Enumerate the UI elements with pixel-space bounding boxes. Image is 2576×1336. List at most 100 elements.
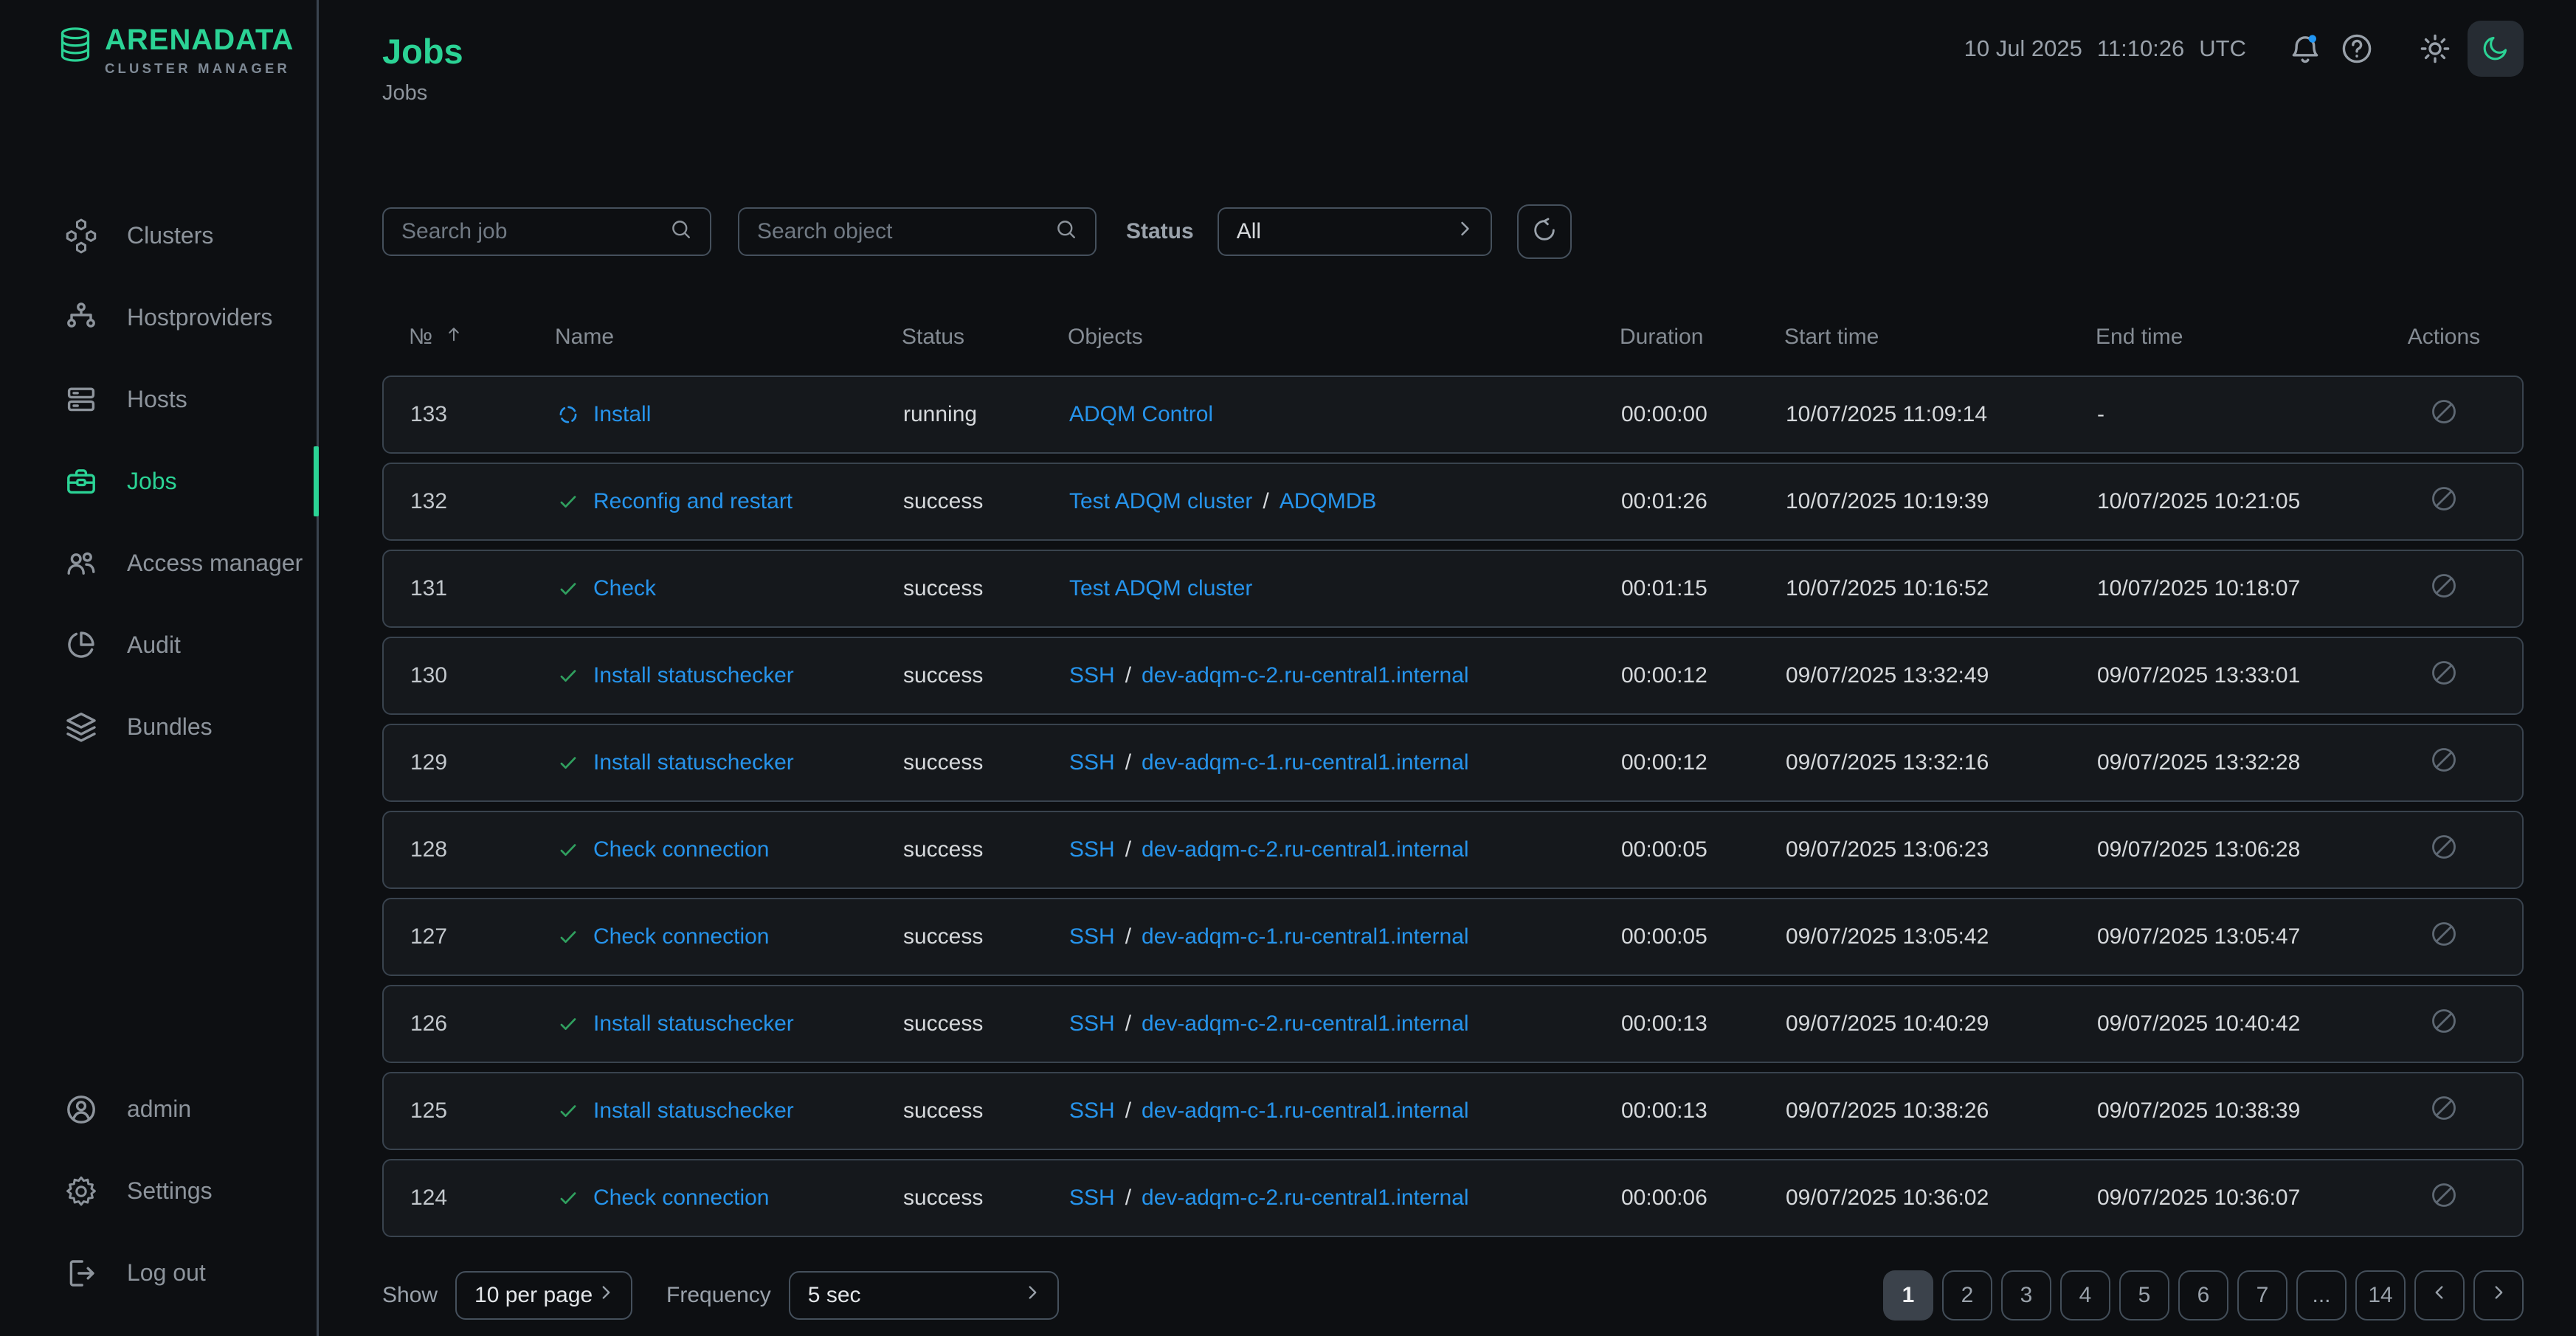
page-size-value: 10 per page	[474, 1283, 593, 1308]
job-name-link[interactable]: Check	[593, 576, 656, 601]
job-number: 129	[410, 750, 556, 775]
light-theme-button[interactable]	[2417, 31, 2453, 66]
object-link[interactable]: Test ADQM cluster	[1069, 576, 1252, 601]
table-row: 126Install statuscheckersuccessSSH/dev-a…	[382, 985, 2524, 1063]
job-name-link[interactable]: Install statuschecker	[593, 750, 794, 775]
terminate-job-button[interactable]	[2428, 396, 2459, 433]
sidebar-item-hostproviders[interactable]: Hostproviders	[0, 277, 317, 359]
object-link[interactable]: ADQM Control	[1069, 402, 1213, 427]
object-link[interactable]: dev-adqm-c-1.ru-central1.internal	[1142, 750, 1469, 775]
object-link[interactable]: SSH	[1069, 750, 1115, 775]
page-button-1[interactable]: 1	[1883, 1270, 1933, 1321]
column-header-objects: Objects	[1068, 325, 1620, 350]
briefcase-icon	[63, 464, 99, 499]
job-name-cell: Reconfig and restart	[556, 489, 903, 514]
sidebar-item-access-manager[interactable]: Access manager	[0, 522, 317, 604]
terminate-job-button[interactable]	[2428, 657, 2459, 694]
object-link[interactable]: SSH	[1069, 663, 1115, 688]
page-button-4[interactable]: 4	[2060, 1270, 2110, 1321]
column-header-number[interactable]: №	[409, 323, 555, 351]
column-header-label: Objects	[1068, 325, 1143, 349]
sidebar-item-label: Log out	[127, 1259, 206, 1287]
search-job-input[interactable]	[400, 218, 669, 245]
moon-icon	[2479, 32, 2512, 66]
terminate-job-button[interactable]	[2428, 1180, 2459, 1216]
job-objects: SSH/dev-adqm-c-2.ru-central1.internal	[1069, 1186, 1621, 1211]
page-button-14[interactable]: 14	[2355, 1270, 2406, 1321]
object-link[interactable]: SSH	[1069, 924, 1115, 949]
job-start-time: 09/07/2025 10:40:29	[1786, 1011, 2097, 1036]
terminate-job-button[interactable]	[2428, 1093, 2459, 1129]
hostproviders-icon	[63, 300, 99, 336]
object-link[interactable]: dev-adqm-c-1.ru-central1.internal	[1142, 1098, 1469, 1124]
search-object-input[interactable]	[756, 218, 1054, 245]
page-button-6[interactable]: 6	[2178, 1270, 2228, 1321]
sidebar-item-settings[interactable]: Settings	[0, 1150, 317, 1232]
terminate-job-button[interactable]	[2428, 483, 2459, 520]
sidebar-item-jobs[interactable]: Jobs	[0, 440, 317, 522]
sidebar-item-bundles[interactable]: Bundles	[0, 686, 317, 768]
job-duration: 00:00:12	[1621, 750, 1786, 775]
object-link[interactable]: SSH	[1069, 1098, 1115, 1124]
page-size-select[interactable]: 10 per page	[455, 1271, 632, 1320]
table-row: 124Check connectionsuccessSSH/dev-adqm-c…	[382, 1159, 2524, 1237]
sidebar-item-clusters[interactable]: Clusters	[0, 195, 317, 277]
sidebar-item-audit[interactable]: Audit	[0, 604, 317, 686]
search-object-box	[738, 207, 1097, 256]
job-duration: 00:00:05	[1621, 924, 1786, 949]
object-separator: /	[1125, 924, 1131, 949]
sort-ascending-icon	[443, 323, 465, 351]
job-start-time: 09/07/2025 13:06:23	[1786, 837, 2097, 862]
job-name-link[interactable]: Check connection	[593, 1186, 769, 1211]
job-start-time: 09/07/2025 13:05:42	[1786, 924, 2097, 949]
next-page-button[interactable]	[2473, 1270, 2524, 1321]
job-name-link[interactable]: Install statuschecker	[593, 1011, 794, 1036]
column-header-label: Start time	[1784, 325, 1879, 349]
job-name-cell: Check	[556, 576, 903, 601]
object-link[interactable]: dev-adqm-c-2.ru-central1.internal	[1142, 1011, 1469, 1036]
help-button[interactable]	[2339, 31, 2375, 66]
job-name-link[interactable]: Check connection	[593, 837, 769, 862]
terminate-job-button[interactable]	[2428, 918, 2459, 955]
object-link[interactable]: SSH	[1069, 1011, 1115, 1036]
object-link[interactable]: dev-adqm-c-1.ru-central1.internal	[1142, 924, 1469, 949]
job-name-link[interactable]: Check connection	[593, 924, 769, 949]
object-link[interactable]: SSH	[1069, 837, 1115, 862]
prohibit-icon	[2428, 657, 2459, 694]
page-button-5[interactable]: 5	[2119, 1270, 2169, 1321]
sidebar-item-hosts[interactable]: Hosts	[0, 359, 317, 440]
page-ellipsis-button[interactable]: ...	[2296, 1270, 2347, 1321]
page-button-2[interactable]: 2	[1942, 1270, 1992, 1321]
status-filter-select[interactable]: All	[1218, 207, 1492, 256]
page-button-7[interactable]: 7	[2237, 1270, 2287, 1321]
clusters-icon	[63, 218, 99, 254]
job-name-cell: Install	[556, 402, 903, 427]
terminate-job-button[interactable]	[2428, 744, 2459, 781]
job-duration: 00:00:13	[1621, 1011, 1786, 1036]
page-button-3[interactable]: 3	[2001, 1270, 2051, 1321]
job-start-time: 10/07/2025 10:16:52	[1786, 576, 2097, 601]
terminate-job-button[interactable]	[2428, 1006, 2459, 1042]
object-link[interactable]: dev-adqm-c-2.ru-central1.internal	[1142, 663, 1469, 688]
object-link[interactable]: dev-adqm-c-2.ru-central1.internal	[1142, 1186, 1469, 1211]
sidebar-item-admin[interactable]: admin	[0, 1068, 317, 1150]
terminate-job-button[interactable]	[2428, 570, 2459, 607]
prev-page-button[interactable]	[2414, 1270, 2465, 1321]
object-link[interactable]: Test ADQM cluster	[1069, 489, 1252, 514]
frequency-select[interactable]: 5 sec	[789, 1271, 1059, 1320]
refresh-button[interactable]	[1517, 204, 1572, 259]
job-name-link[interactable]: Install statuschecker	[593, 1098, 794, 1124]
object-link[interactable]: ADQMDB	[1280, 489, 1377, 514]
dark-theme-button[interactable]	[2468, 21, 2524, 77]
notifications-button[interactable]	[2287, 31, 2323, 66]
column-header-label: End time	[2096, 325, 2183, 349]
job-name-link[interactable]: Install statuschecker	[593, 663, 794, 688]
job-name-link[interactable]: Install	[593, 402, 651, 427]
job-name-link[interactable]: Reconfig and restart	[593, 489, 793, 514]
terminate-job-button[interactable]	[2428, 831, 2459, 868]
sidebar-item-log-out[interactable]: Log out	[0, 1232, 317, 1314]
pagination: 1234567...14	[1883, 1270, 2524, 1321]
object-link[interactable]: dev-adqm-c-2.ru-central1.internal	[1142, 837, 1469, 862]
filter-bar: Status All	[382, 204, 2524, 259]
object-link[interactable]: SSH	[1069, 1186, 1115, 1211]
